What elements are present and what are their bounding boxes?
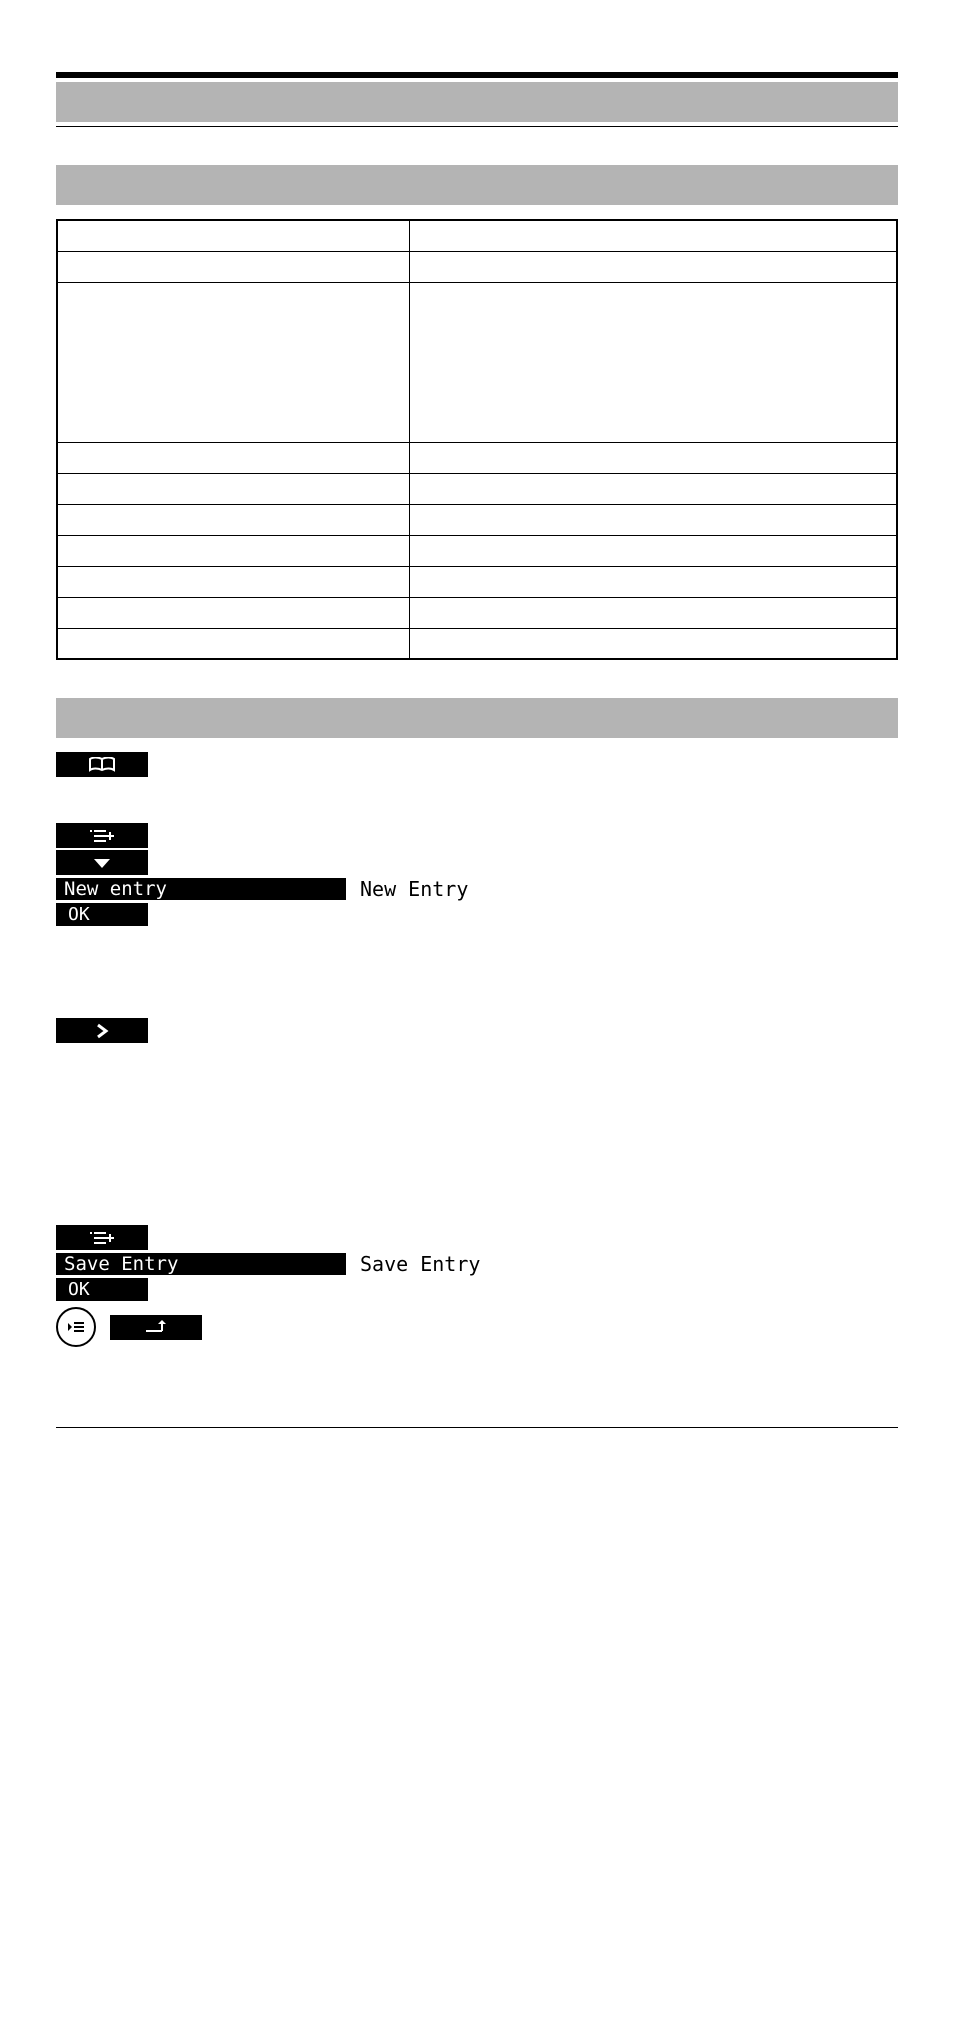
chevron-right-icon	[94, 1023, 110, 1039]
table-row	[57, 251, 897, 282]
cell	[57, 473, 410, 504]
cell	[57, 597, 410, 628]
cell	[57, 566, 410, 597]
table-row	[57, 282, 897, 442]
list-plus-icon	[88, 1230, 116, 1246]
cell	[57, 442, 410, 473]
cell	[410, 442, 897, 473]
section-band-3	[56, 698, 898, 738]
arrow-up-right-icon	[142, 1319, 170, 1333]
cell	[57, 282, 410, 442]
cell	[410, 535, 897, 566]
cell	[410, 473, 897, 504]
cell	[410, 220, 897, 251]
section-band-2	[56, 165, 898, 205]
ok-key-2: OK	[56, 1278, 148, 1301]
section-band-1	[56, 82, 898, 122]
cell	[410, 504, 897, 535]
cell	[410, 597, 897, 628]
step-text-new-entry: New Entry	[360, 877, 468, 901]
cell	[57, 504, 410, 535]
table-row	[57, 473, 897, 504]
ok-key: OK	[56, 903, 148, 926]
table-row	[57, 535, 897, 566]
table-row	[57, 597, 897, 628]
cell	[410, 566, 897, 597]
table-row	[57, 220, 897, 251]
table-row	[57, 504, 897, 535]
open-book-key	[56, 752, 148, 777]
table-row	[57, 442, 897, 473]
cell	[57, 628, 410, 659]
menu-round-key	[56, 1307, 96, 1347]
cell	[410, 251, 897, 282]
list-plus-icon	[88, 828, 116, 844]
cell	[57, 220, 410, 251]
display-state-new-entry: New entry	[56, 878, 346, 900]
cell	[410, 628, 897, 659]
table-row	[57, 628, 897, 659]
triangle-down-icon	[92, 857, 112, 869]
list-plus-key	[56, 823, 148, 848]
page-bottom-rule	[56, 1427, 898, 1428]
cell	[410, 282, 897, 442]
cell	[57, 535, 410, 566]
display-state-save-entry: Save Entry	[56, 1253, 346, 1275]
triangle-down-key	[56, 850, 148, 875]
cell	[57, 251, 410, 282]
arrow-up-right-key	[110, 1315, 202, 1340]
chevron-right-key	[56, 1018, 148, 1043]
list-plus-key-2	[56, 1225, 148, 1250]
open-book-icon	[89, 757, 115, 773]
step-text-save-entry: Save Entry	[360, 1252, 480, 1276]
table-row	[57, 566, 897, 597]
spec-table	[56, 219, 898, 660]
menu-list-icon	[66, 1319, 86, 1335]
